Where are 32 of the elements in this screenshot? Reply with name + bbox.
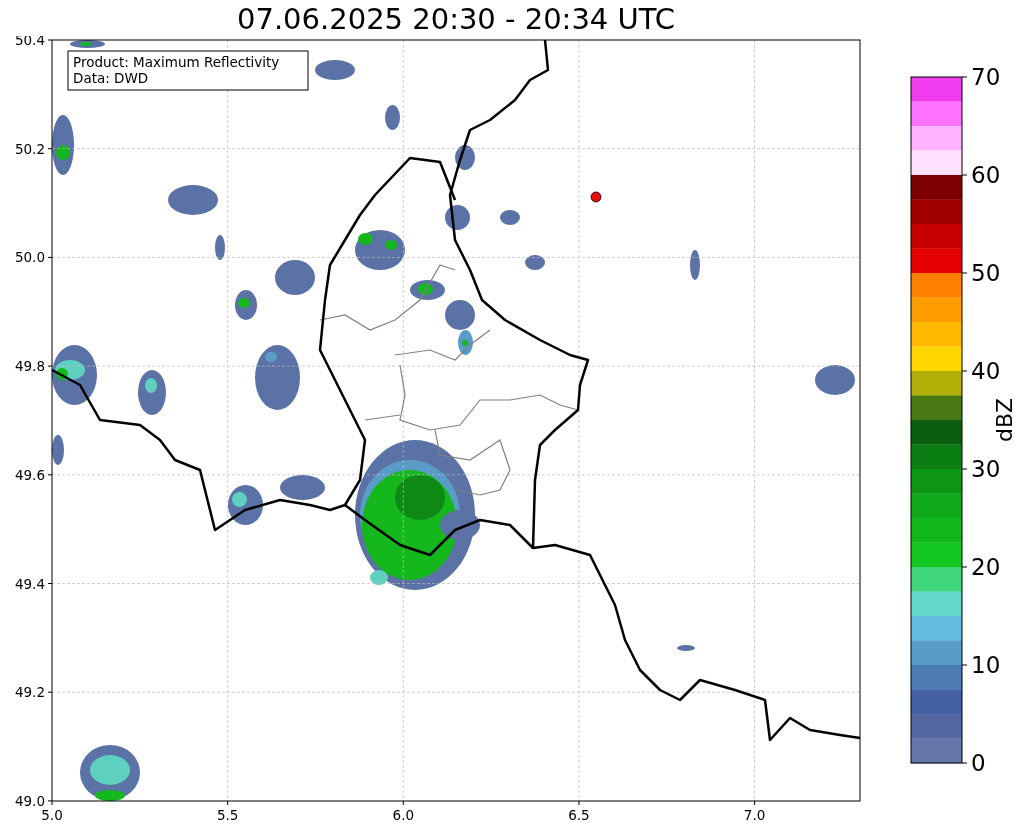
- tick-mark: [961, 370, 968, 372]
- colorbar-tick-label: 40: [971, 358, 1001, 384]
- tick-mark: [961, 76, 968, 78]
- axis-tick-label: 5.5: [216, 807, 239, 823]
- tick-mark: [961, 664, 968, 666]
- axis-tick-label: 7.0: [743, 807, 766, 823]
- tick-mark: [961, 468, 968, 470]
- colorbar-tick-label: 70: [971, 64, 1001, 90]
- colorbar-tick-label: 20: [971, 554, 1001, 580]
- tick-mark: [961, 272, 968, 274]
- axis-tick-label: 50.2: [14, 140, 45, 157]
- axis-tick-label: 49.8: [14, 358, 45, 375]
- colorbar-tick-label: 0: [971, 750, 986, 776]
- info-text: Product: Maximum Reflectivity: [73, 54, 280, 70]
- axis-tick-label: 50.0: [14, 249, 45, 266]
- axis-tick-label: 6.5: [568, 807, 590, 823]
- axis-tick-label: 49.6: [14, 466, 45, 483]
- info-text: Data: DWD: [73, 70, 149, 86]
- colorbar-tick-label: 30: [971, 456, 1001, 482]
- axis-tick-label: 49.0: [14, 792, 45, 809]
- colorbar-tick-label: 60: [971, 162, 1001, 188]
- axis-tick-label: 6.0: [392, 807, 415, 823]
- colorbar-label: dBZ: [992, 397, 1017, 443]
- colorbar-tick-label: 50: [971, 260, 1001, 286]
- colorbar-tick-label: 10: [971, 652, 1001, 678]
- axis-tick-label: 5.0: [41, 807, 63, 823]
- axis-tick-label: 49.4: [14, 575, 45, 592]
- axis-tick-label: 49.2: [14, 684, 45, 701]
- tick-mark: [961, 566, 968, 568]
- tick-mark: [961, 762, 968, 764]
- chart-title: 07.06.2025 20:30 - 20:34 UTC: [237, 2, 675, 36]
- tick-mark: [961, 174, 968, 176]
